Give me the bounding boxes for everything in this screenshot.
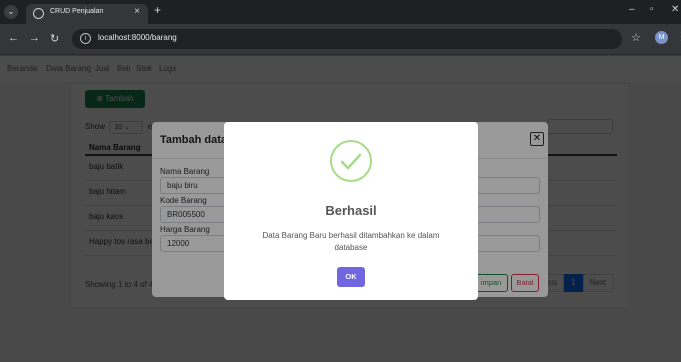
success-alert: Berhasil Data Barang Baru berhasil ditam… bbox=[224, 122, 478, 300]
browser-toolbar: ← → ↻ i localhost:8000/barang ☆ M ⋮ bbox=[0, 24, 681, 55]
browser-tab[interactable]: CRUD Penjualan × bbox=[26, 4, 148, 24]
close-window-icon[interactable]: ✕ bbox=[671, 4, 679, 15]
tab-close-icon[interactable]: × bbox=[134, 6, 140, 17]
reload-icon[interactable]: ↻ bbox=[50, 32, 59, 45]
new-tab-icon[interactable]: + bbox=[154, 3, 161, 17]
url-text[interactable]: localhost:8000/barang bbox=[98, 33, 177, 42]
menu-kebab-icon[interactable]: ⋮ bbox=[676, 30, 681, 43]
minimize-icon[interactable]: – bbox=[629, 4, 635, 15]
tab-menu-icon[interactable]: ⌄ bbox=[4, 5, 18, 19]
browser-tab-bar: ⌄ CRUD Penjualan × + – ▫ ✕ bbox=[0, 0, 681, 24]
forward-icon[interactable]: → bbox=[29, 32, 40, 44]
address-bar[interactable]: i localhost:8000/barang bbox=[72, 29, 622, 49]
back-icon[interactable]: ← bbox=[8, 32, 19, 44]
tab-title: CRUD Penjualan bbox=[50, 8, 104, 15]
bookmark-star-icon[interactable]: ☆ bbox=[631, 31, 641, 44]
favicon-icon bbox=[33, 8, 44, 19]
profile-icon[interactable]: M bbox=[655, 31, 668, 44]
maximize-icon[interactable]: ▫ bbox=[650, 4, 654, 15]
ok-button[interactable]: OK bbox=[337, 267, 365, 287]
success-check-icon bbox=[330, 140, 372, 182]
alert-title: Berhasil bbox=[325, 203, 377, 218]
site-info-icon[interactable]: i bbox=[80, 33, 91, 44]
alert-message: Data Barang Baru berhasil ditambahkan ke… bbox=[262, 231, 440, 252]
